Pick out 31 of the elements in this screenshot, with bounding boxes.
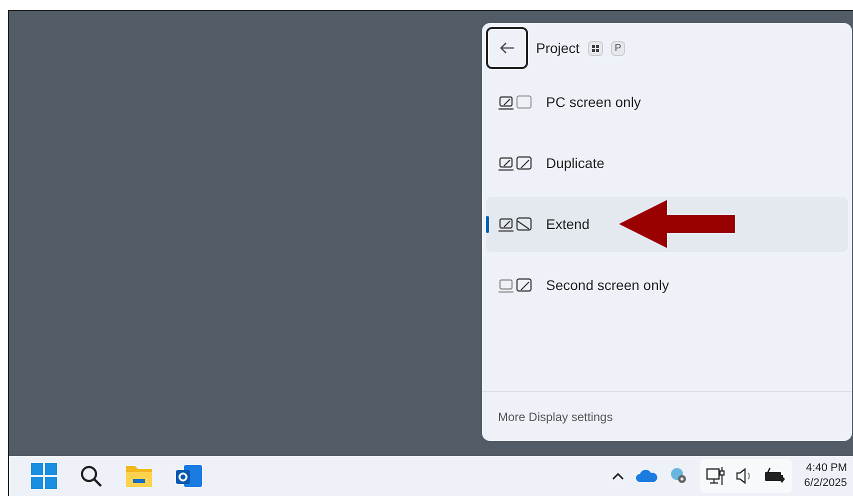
panel-title: Project bbox=[536, 38, 580, 58]
selection-indicator bbox=[486, 216, 489, 233]
option-label: PC screen only bbox=[546, 93, 641, 112]
clock[interactable]: 4:40 PM 6/2/2025 bbox=[804, 461, 851, 491]
system-tray-group[interactable] bbox=[700, 459, 792, 493]
option-label: Extend bbox=[546, 215, 590, 234]
display-mode-icon bbox=[498, 216, 534, 232]
display-mode-option[interactable]: PC screen only bbox=[486, 75, 848, 130]
display-mode-option[interactable]: Duplicate bbox=[486, 136, 848, 191]
folder-icon[interactable] bbox=[125, 464, 153, 488]
back-button[interactable] bbox=[486, 27, 528, 69]
display-mode-option[interactable]: Second screen only bbox=[486, 258, 848, 313]
display-mode-icon bbox=[498, 156, 534, 172]
windows-logo-icon[interactable] bbox=[31, 463, 57, 489]
display-mode-icon bbox=[498, 94, 534, 110]
more-display-settings-link[interactable]: More Display settings bbox=[498, 408, 613, 426]
windows-key-icon bbox=[588, 40, 603, 56]
time-text: 4:40 PM bbox=[806, 461, 847, 476]
network-icon bbox=[706, 466, 726, 486]
chevron-up-icon[interactable] bbox=[612, 472, 624, 480]
shortcut-key: P bbox=[610, 40, 626, 56]
display-mode-icon bbox=[498, 278, 534, 294]
cloud-icon[interactable] bbox=[636, 469, 658, 483]
option-label: Duplicate bbox=[546, 154, 604, 173]
display-mode-option[interactable]: Extend bbox=[486, 197, 848, 252]
back-arrow-icon bbox=[499, 42, 515, 54]
date-text: 6/2/2025 bbox=[804, 476, 847, 491]
search-icon[interactable] bbox=[79, 464, 103, 488]
globe-gear-icon[interactable] bbox=[670, 467, 688, 485]
option-label: Second screen only bbox=[546, 276, 669, 295]
mail-app-icon[interactable] bbox=[175, 463, 203, 489]
